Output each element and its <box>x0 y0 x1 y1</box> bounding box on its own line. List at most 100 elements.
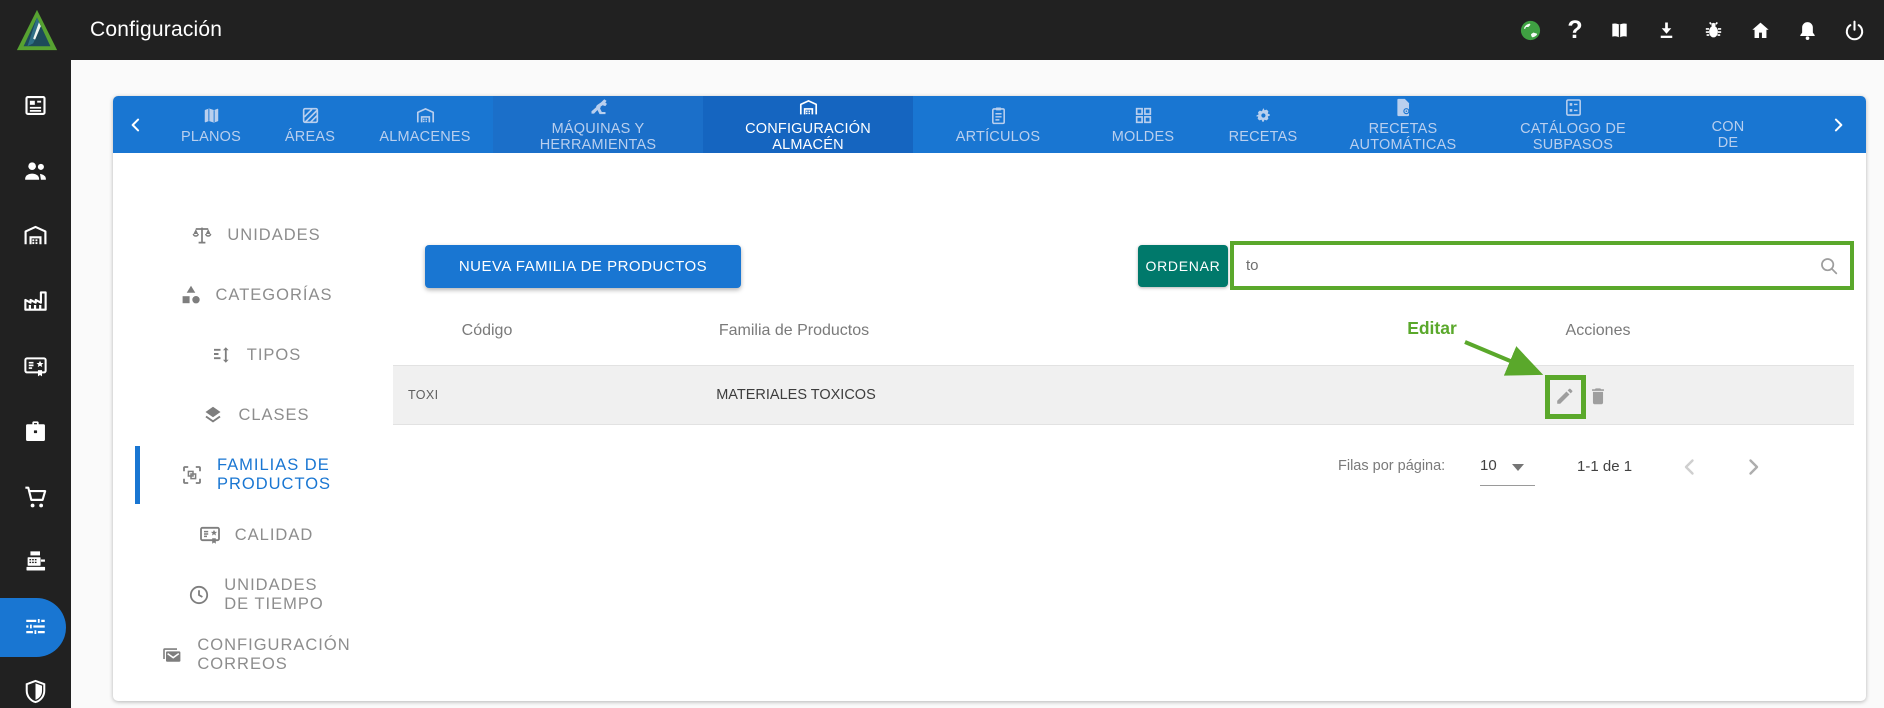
help-icon[interactable]: ? <box>1566 17 1584 42</box>
menu-label: TIPOS <box>246 345 302 364</box>
machines-icon <box>588 97 609 118</box>
tab-label: PLANOS <box>180 128 242 145</box>
tab-label-2: DE <box>1717 134 1739 151</box>
settings-icon[interactable] <box>22 613 49 640</box>
download-icon[interactable] <box>1655 19 1678 42</box>
tab-label: ALMACENES <box>379 128 471 145</box>
area-icon <box>300 105 321 126</box>
app-logo-icon <box>16 9 58 51</box>
edit-icon[interactable] <box>1554 385 1576 407</box>
warehouse-icon <box>798 97 819 118</box>
new-product-family-button[interactable]: NUEVA FAMILIA DE PRODUCTOS <box>425 245 741 288</box>
tab-label: ÁREAS <box>284 128 336 145</box>
chevron-left-icon <box>126 115 146 135</box>
globe-icon[interactable] <box>1519 19 1542 42</box>
file-gear-icon <box>1393 97 1414 118</box>
mail-icon <box>160 643 184 667</box>
table-row[interactable]: TOXI MATERIALES TOXICOS <box>393 365 1854 425</box>
column-header-acciones: Acciones <box>1565 322 1631 339</box>
menu-item-familias-de-productos[interactable]: FAMILIAS DE PRODUCTOS <box>113 446 398 504</box>
chevron-right-icon[interactable] <box>1741 455 1765 479</box>
chevron-right-icon <box>1828 115 1848 135</box>
menu-label: CALIDAD <box>234 525 314 544</box>
tab-label: ARTÍCULOS <box>955 128 1041 145</box>
order-button[interactable]: ORDENAR <box>1138 245 1228 287</box>
menu-item-clases[interactable]: CLASES <box>113 393 398 437</box>
factory-icon[interactable] <box>22 287 49 314</box>
warehouse-icon[interactable] <box>22 222 49 249</box>
tab-label: MOLDES <box>1111 128 1175 145</box>
menu-item-categorias[interactable]: CATEGORÍAS <box>113 273 398 317</box>
rows-per-page-underline <box>1480 464 1535 486</box>
menu-item-unidades[interactable]: UNIDADES <box>113 213 398 257</box>
menu-label: CATEGORÍAS <box>215 285 333 304</box>
menu-item-tipos[interactable]: TIPOS <box>113 333 398 377</box>
tab-label: CONFIGURACIÓN <box>745 120 871 137</box>
page-title: Configuración <box>90 18 223 41</box>
tab-articulos[interactable]: ARTÍCULOS <box>913 96 1083 153</box>
tab-maquinas-y-herramientas[interactable]: MÁQUINAS Y HERRAMIENTAS <box>493 96 703 153</box>
tab-recetas[interactable]: RECETAS <box>1203 96 1323 153</box>
chevron-left-icon[interactable] <box>1678 455 1702 479</box>
home-icon[interactable] <box>1749 19 1772 42</box>
category-icon <box>179 283 203 307</box>
menu-label: UNIDADES <box>224 576 318 594</box>
tab-label: MÁQUINAS Y <box>551 120 645 137</box>
bug-report-icon[interactable] <box>1702 19 1725 42</box>
clock-icon <box>187 583 211 607</box>
news-icon[interactable] <box>22 92 49 119</box>
layers-icon <box>201 403 225 427</box>
side-rail <box>0 60 71 708</box>
topbar-actions: ? <box>1519 0 1866 60</box>
tab-label-2: SUBPASOS <box>1532 136 1614 153</box>
cash-register-icon[interactable] <box>22 548 49 575</box>
products-family-icon <box>180 463 204 487</box>
top-bar: Configuración ? <box>0 0 1884 60</box>
search-box-highlighted <box>1230 241 1854 290</box>
search-input[interactable] <box>1234 257 1818 274</box>
tabs-scroll-right-button[interactable] <box>1818 96 1858 153</box>
gear-icon <box>1253 105 1274 126</box>
menu-label: UNIDADES <box>227 225 321 244</box>
menu-label: FAMILIAS DE <box>216 456 330 474</box>
tab-label: CATÁLOGO DE <box>1520 120 1626 137</box>
tab-configuracion-almacen[interactable]: CONFIGURACIÓN ALMACÉN <box>703 96 913 153</box>
tab-con-de-truncated[interactable]: CON DE <box>1663 96 1793 153</box>
app-window: Configuración ? PLANOS ÁREAS ALMACENES M… <box>0 0 1884 708</box>
tabs-scroll-left-button[interactable] <box>113 96 159 153</box>
tab-moldes[interactable]: MOLDES <box>1083 96 1203 153</box>
tab-label-2: AUTOMÁTICAS <box>1349 136 1457 153</box>
notifications-icon[interactable] <box>1796 19 1819 42</box>
tab-almacenes[interactable]: ALMACENES <box>357 96 493 153</box>
tab-planos[interactable]: PLANOS <box>159 96 263 153</box>
power-icon[interactable] <box>1843 19 1866 42</box>
search-icon[interactable] <box>1818 255 1840 277</box>
quality-icon[interactable] <box>22 353 49 380</box>
module-tab-bar: PLANOS ÁREAS ALMACENES MÁQUINAS Y HERRAMI… <box>113 96 1866 153</box>
column-header-familia: Familia de Productos <box>718 322 870 339</box>
tab-catalogo-de-subpasos[interactable]: CATÁLOGO DE SUBPASOS <box>1483 96 1663 153</box>
cart-icon[interactable] <box>22 483 49 510</box>
settings-menu: UNIDADES CATEGORÍAS TIPOS CLASES FAMILIA… <box>113 213 398 693</box>
map-icon <box>201 105 222 126</box>
tab-recetas-automaticas[interactable]: RECETAS AUTOMÁTICAS <box>1323 96 1483 153</box>
catalog-icon <box>1563 97 1584 118</box>
pagination-range: 1-1 de 1 <box>1577 458 1633 475</box>
main-card: PLANOS ÁREAS ALMACENES MÁQUINAS Y HERRAMI… <box>113 96 1866 701</box>
sort-icon <box>210 343 234 367</box>
column-header-codigo: Código <box>461 322 513 339</box>
tab-label-2: ALMACÉN <box>772 136 844 153</box>
menu-item-calidad[interactable]: CALIDAD <box>113 513 398 557</box>
menu-item-configuracion-correos[interactable]: CONFIGURACIÓN CORREOS <box>113 633 398 677</box>
briefcase-icon[interactable] <box>22 418 49 445</box>
warehouse-icon <box>415 105 436 126</box>
delete-icon[interactable] <box>1587 385 1609 407</box>
cell-familia: MATERIALES TOXICOS <box>716 387 876 403</box>
menu-item-unidades-de-tiempo[interactable]: UNIDADES DE TIEMPO <box>113 573 398 617</box>
tab-areas[interactable]: ÁREAS <box>263 96 357 153</box>
tab-label-2: HERRAMIENTAS <box>539 136 657 153</box>
grid-icon <box>1133 105 1154 126</box>
people-icon[interactable] <box>22 157 49 184</box>
security-icon[interactable] <box>22 678 49 705</box>
manual-icon[interactable] <box>1608 19 1631 42</box>
